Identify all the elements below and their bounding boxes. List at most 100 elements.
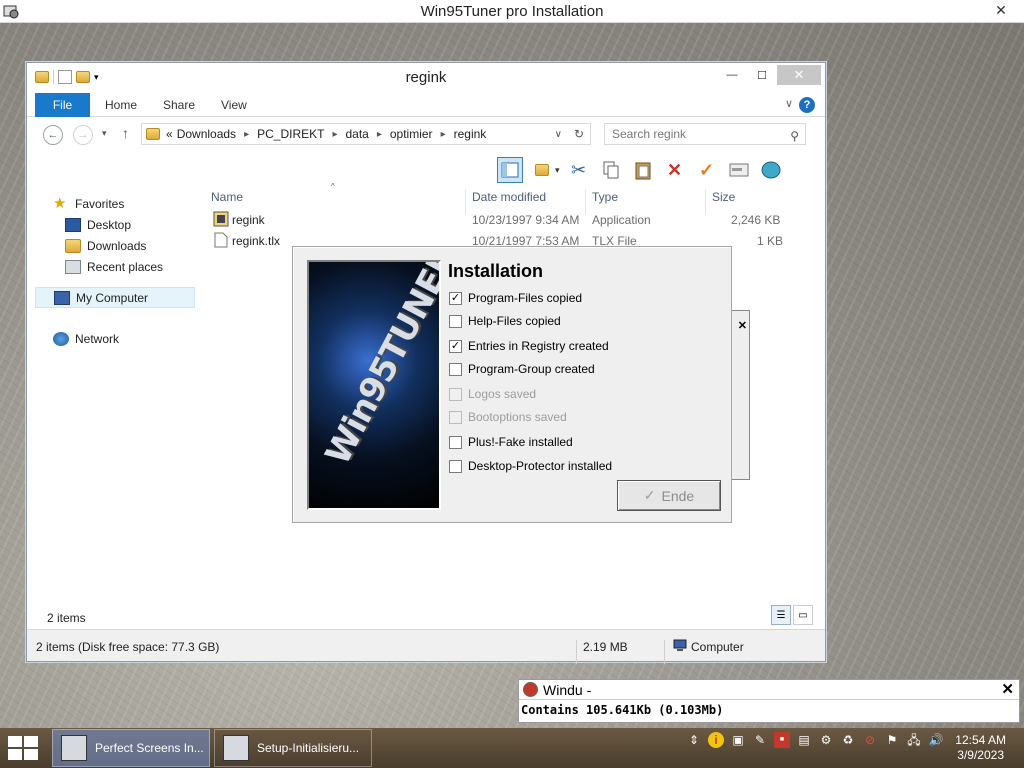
rename-check-icon[interactable]: ✓ <box>694 157 720 183</box>
checkbox-icon[interactable] <box>449 459 462 473</box>
tab-file[interactable]: File <box>35 93 90 117</box>
column-date-modified[interactable]: Date modified <box>472 190 546 204</box>
checkbox-icon[interactable]: ✓ <box>449 339 462 353</box>
prohibited-icon[interactable]: ⊘ <box>862 732 878 748</box>
breadcrumb-separator-icon[interactable]: ▸ <box>377 129 382 140</box>
windu-app-icon <box>523 682 538 697</box>
breadcrumb-data[interactable]: data <box>345 127 368 141</box>
document-icon <box>214 232 228 251</box>
nav-my-computer[interactable]: My Computer <box>35 287 195 308</box>
breadcrumb-downloads[interactable]: Downloads <box>177 127 236 141</box>
volume-icon[interactable]: 🔊 <box>928 732 944 748</box>
details-view-icon[interactable]: ☰ <box>771 605 791 625</box>
search-icon[interactable]: ⚲ <box>790 126 799 146</box>
checkbox-icon <box>449 410 462 424</box>
recent-locations-icon[interactable]: ▾ <box>102 128 107 139</box>
address-row: ← → ▾ ↑ « Downloads ▸ PC_DIREKT ▸ data ▸… <box>27 117 825 151</box>
checkbox-registry[interactable]: ✓ Entries in Registry created <box>449 338 609 354</box>
tray-app-icon[interactable]: ▣ <box>730 732 746 748</box>
nav-network[interactable]: Network <box>35 328 195 349</box>
checkbox-program-files[interactable]: ✓ Program-Files copied <box>449 290 582 306</box>
ende-button[interactable]: ✓ Ende <box>617 480 721 511</box>
help-icon[interactable]: ? <box>799 97 815 113</box>
tray-pen-icon[interactable]: ✎ <box>752 732 768 748</box>
breadcrumb-separator-icon[interactable]: ▸ <box>332 129 337 140</box>
checkbox-icon[interactable]: ✓ <box>449 291 462 305</box>
windu-close-icon[interactable]: ✕ <box>1001 680 1014 698</box>
flag-icon[interactable]: ⚑ <box>884 732 900 748</box>
checkbox-program-group[interactable]: Program-Group created <box>449 361 595 377</box>
status-divider <box>576 640 577 664</box>
breadcrumb-separator-icon[interactable]: ▸ <box>244 129 249 140</box>
tray-scroll-icon[interactable]: ⇕ <box>686 732 702 748</box>
checkbox-logos: Logos saved <box>449 386 536 402</box>
column-headers: Name ^ Date modified Type Size <box>203 182 823 214</box>
info-icon[interactable]: i <box>708 732 724 748</box>
up-arrow-icon[interactable]: ↑ <box>122 125 129 141</box>
clock[interactable]: 12:54 AM 3/9/2023 <box>955 733 1006 763</box>
tray-recycle-icon[interactable]: ♻ <box>840 732 856 748</box>
stop-icon[interactable]: ■ <box>774 732 790 748</box>
close-icon[interactable]: ✕ <box>738 319 747 332</box>
search-input[interactable]: Search regink ⚲ <box>604 123 806 145</box>
refresh-icon[interactable]: ↻ <box>574 127 584 141</box>
table-row[interactable]: regink 10/23/1997 9:34 AM Application 2,… <box>203 209 823 230</box>
large-icons-view-icon[interactable]: ▭ <box>793 605 813 625</box>
breadcrumb-pc-direkt[interactable]: PC_DIREKT <box>257 127 324 141</box>
tray-printer-icon[interactable]: ▤ <box>796 732 812 748</box>
dropdown-icon[interactable]: ▾ <box>555 165 560 176</box>
nav-downloads[interactable]: Downloads <box>35 235 195 256</box>
nav-recent-places[interactable]: Recent places <box>35 256 195 277</box>
folder-options-icon[interactable] <box>529 157 555 183</box>
checkbox-desktop-protector[interactable]: Desktop-Protector installed <box>449 458 612 474</box>
star-icon: ★ <box>53 194 67 212</box>
taskbar-item-setup[interactable]: Setup-Initialisieru... <box>214 729 372 767</box>
taskbar-item-perfect-screens[interactable]: Perfect Screens In... <box>52 729 210 767</box>
delete-icon[interactable]: ✕ <box>662 157 688 183</box>
minimize-icon[interactable]: — <box>717 65 747 85</box>
cut-icon[interactable]: ✂ <box>566 157 592 183</box>
tab-share[interactable]: Share <box>163 93 195 117</box>
breadcrumb-separator-icon[interactable]: ▸ <box>441 129 446 140</box>
checkbox-icon[interactable] <box>449 362 462 376</box>
column-type[interactable]: Type <box>592 190 618 204</box>
column-name[interactable]: Name <box>211 190 243 204</box>
maximize-icon[interactable]: ☐ <box>747 65 777 85</box>
breadcrumb-optimier[interactable]: optimier <box>390 127 433 141</box>
checkbox-help-files[interactable]: Help-Files copied <box>449 313 561 329</box>
app-icon <box>3 3 19 19</box>
network-tray-icon[interactable]: 🖧 <box>906 732 922 748</box>
nav-favorites[interactable]: ★ Favorites <box>35 193 195 214</box>
tab-view[interactable]: View <box>221 93 247 117</box>
preview-pane-icon[interactable] <box>497 157 523 183</box>
properties-icon[interactable] <box>726 157 752 183</box>
start-windows-icon[interactable] <box>8 736 38 760</box>
close-icon[interactable]: ✕ <box>777 65 821 85</box>
breadcrumb-overflow[interactable]: « <box>166 127 173 141</box>
tray-tool-icon[interactable]: ⚙ <box>818 732 834 748</box>
checkbox-plus-fake[interactable]: Plus!-Fake installed <box>449 434 573 450</box>
checkbox-label: Desktop-Protector installed <box>468 459 613 473</box>
checkbox-icon[interactable] <box>449 435 462 449</box>
forward-arrow-icon[interactable]: → <box>73 125 93 145</box>
paste-icon[interactable] <box>630 157 656 183</box>
file-date: 10/23/1997 9:34 AM <box>472 213 580 227</box>
expand-ribbon-icon[interactable]: ∨ <box>785 97 793 110</box>
system-tray: ⇕ i ▣ ✎ ■ ▤ ⚙ ♻ ⊘ ⚑ 🖧 🔊 <box>686 732 944 748</box>
explorer-title-bar: ▾ regink — ☐ ✕ <box>27 63 825 93</box>
nav-desktop[interactable]: Desktop <box>35 214 195 235</box>
windu-title-bar: Windu - ✕ <box>519 680 1019 700</box>
checkbox-icon[interactable] <box>449 314 462 328</box>
app-close-icon[interactable]: ✕ <box>978 0 1024 21</box>
back-arrow-icon[interactable]: ← <box>43 125 63 145</box>
tab-home[interactable]: Home <box>105 93 137 117</box>
file-name: regink <box>232 213 265 227</box>
address-bar[interactable]: « Downloads ▸ PC_DIREKT ▸ data ▸ optimie… <box>141 123 591 145</box>
breadcrumb-regink[interactable]: regink <box>454 127 487 141</box>
nav-label: My Computer <box>76 290 149 305</box>
address-dropdown-icon[interactable]: ∨ <box>555 129 562 140</box>
status-bar: 2 items (Disk free space: 77.3 GB) 2.19 … <box>27 629 825 664</box>
column-size[interactable]: Size <box>712 190 735 204</box>
copy-icon[interactable] <box>598 157 624 183</box>
shell-icon[interactable] <box>758 157 784 183</box>
